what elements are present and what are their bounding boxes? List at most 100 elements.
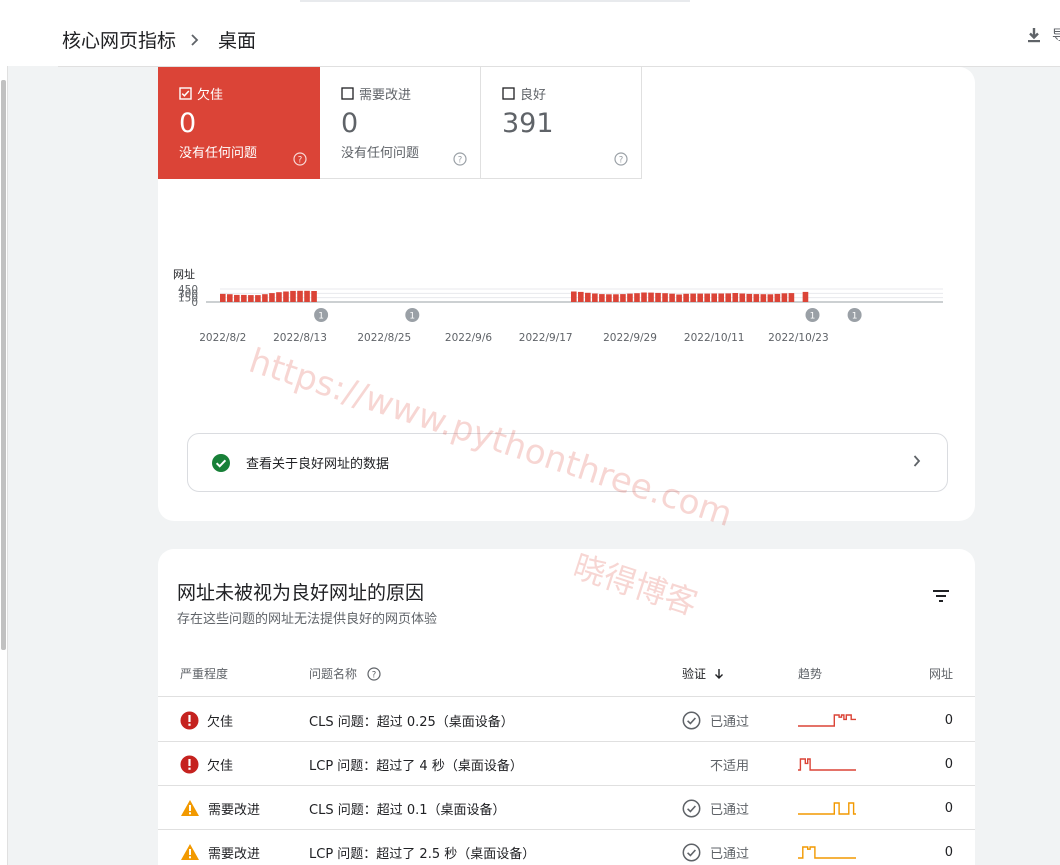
col-severity[interactable]: 严重程度 xyxy=(180,665,228,682)
bar xyxy=(669,293,675,302)
warning-icon xyxy=(180,843,200,861)
tile-needs-improvement[interactable]: 需要改进 0 没有任何问题 ? xyxy=(320,67,481,179)
tile-poor[interactable]: 欠佳 0 没有任何问题 ? xyxy=(158,67,320,179)
severity-label: 欠佳 xyxy=(207,758,234,774)
bar xyxy=(606,294,612,302)
col-urls[interactable]: 网址 xyxy=(929,665,953,682)
col-name[interactable]: 问题名称 ? xyxy=(309,665,381,682)
tile-good[interactable]: 良好 391 ? xyxy=(481,67,642,179)
severity-label: 需要改进 xyxy=(208,846,261,862)
severity-label: 需要改进 xyxy=(208,802,261,818)
bar xyxy=(613,294,619,302)
url-count: 0 xyxy=(944,756,953,772)
sparkline-path xyxy=(798,758,856,771)
bar xyxy=(767,294,774,302)
tile-label: 需要改进 xyxy=(359,88,412,103)
x-tick-label: 2022/9/6 xyxy=(445,332,492,344)
svg-text:?: ? xyxy=(619,155,624,165)
help-icon[interactable]: ? xyxy=(367,666,381,681)
good-urls-link[interactable]: 查看关于良好网址的数据 xyxy=(187,433,948,492)
breadcrumb-parent[interactable]: 核心网页指标 xyxy=(62,26,176,53)
check-circle-outline-icon xyxy=(682,711,701,730)
x-tick-label: 2022/8/13 xyxy=(273,332,327,344)
good-urls-label: 查看关于良好网址的数据 xyxy=(246,457,390,472)
trend-sparkline xyxy=(798,742,856,786)
validation-cell: 已通过 xyxy=(682,830,749,865)
bar xyxy=(655,292,661,302)
bar xyxy=(802,291,809,302)
col-validation-label: 验证 xyxy=(682,667,707,681)
bar xyxy=(255,295,261,302)
tile-label: 良好 xyxy=(520,88,547,103)
bar xyxy=(585,292,591,302)
x-tick-label: 2022/8/25 xyxy=(357,332,411,344)
col-validation[interactable]: 验证 xyxy=(682,665,724,682)
issue-name: CLS 问题：超过 0.25（桌面设备） xyxy=(309,714,514,730)
filter-icon[interactable] xyxy=(932,589,950,603)
breadcrumb-current: 桌面 xyxy=(218,30,257,52)
progress-track xyxy=(300,0,690,2)
error-icon xyxy=(180,711,199,730)
bar xyxy=(753,294,760,302)
issues-title: 网址未被视为良好网址的原因 xyxy=(177,582,425,604)
help-icon[interactable]: ? xyxy=(293,151,307,170)
table-header: 严重程度 问题名称 ? 验证 趋势 网址 xyxy=(158,653,975,697)
help-icon[interactable]: ? xyxy=(453,151,467,170)
annotation-label: 1 xyxy=(318,312,324,322)
table-row[interactable]: 需要改进 CLS 问题：超过 0.1（桌面设备） 已通过 0 xyxy=(158,786,975,830)
tile-value: 0 xyxy=(341,108,359,139)
arrow-down-icon xyxy=(715,668,724,679)
issues-subtitle: 存在这些问题的网址无法提供良好的网页体验 xyxy=(177,612,438,627)
tile-label: 欠佳 xyxy=(197,88,224,103)
bar xyxy=(234,294,240,302)
tile-sub: 没有任何问题 xyxy=(341,146,420,161)
severity-label: 欠佳 xyxy=(207,714,234,730)
trend-sparkline xyxy=(798,698,856,742)
issue-name: LCP 问题：超过了 2.5 秒（桌面设备） xyxy=(309,846,536,862)
y-axis-label: 网址 xyxy=(173,267,195,281)
tile-value: 391 xyxy=(502,108,554,139)
bar xyxy=(290,290,296,302)
bar xyxy=(704,293,710,302)
table-row[interactable]: 欠佳 LCP 问题：超过了 4 秒（桌面设备） 不适用 0 xyxy=(158,742,975,786)
bar xyxy=(690,293,696,302)
scrollbar-thumb[interactable] xyxy=(1,80,6,650)
url-count: 0 xyxy=(944,712,953,728)
bar xyxy=(262,294,268,302)
bar xyxy=(725,293,732,302)
x-tick-label: 2022/9/29 xyxy=(603,332,657,344)
bar xyxy=(297,290,303,302)
x-tick-label: 2022/8/2 xyxy=(199,332,246,344)
checkbox-checked-icon[interactable] xyxy=(179,87,192,100)
status-tiles: 欠佳 0 没有任何问题 ? 需要改进 0 没有任何问题 ? 良好 391 ? xyxy=(158,67,642,179)
bar xyxy=(311,291,317,302)
check-circle-outline-icon xyxy=(682,843,701,862)
chevron-right-icon xyxy=(190,33,200,47)
bar xyxy=(571,291,577,302)
bar xyxy=(634,293,640,302)
bar xyxy=(788,293,795,302)
issue-name: CLS 问题：超过 0.1（桌面设备） xyxy=(309,802,506,818)
bar xyxy=(746,293,753,302)
export-button[interactable]: 导 xyxy=(1026,25,1060,45)
validation-label: 不适用 xyxy=(710,758,750,774)
tile-sub: 没有任何问题 xyxy=(179,146,258,161)
x-tick-label: 2022/9/17 xyxy=(519,332,573,344)
bar xyxy=(641,292,647,302)
bar xyxy=(241,294,247,302)
breadcrumb: 核心网页指标 桌面 xyxy=(62,26,256,53)
trend-sparkline xyxy=(798,786,856,830)
help-icon[interactable]: ? xyxy=(614,151,628,170)
table-row[interactable]: 欠佳 CLS 问题：超过 0.25（桌面设备） 已通过 0 xyxy=(158,698,975,742)
checkbox-icon[interactable] xyxy=(341,87,354,100)
table-row[interactable]: 需要改进 LCP 问题：超过了 2.5 秒（桌面设备） 已通过 0 xyxy=(158,830,975,865)
checkbox-icon[interactable] xyxy=(502,87,515,100)
sparkline-path xyxy=(798,714,856,727)
issue-name: LCP 问题：超过了 4 秒（桌面设备） xyxy=(309,758,523,774)
bar xyxy=(627,293,633,302)
svg-text:?: ? xyxy=(458,155,463,165)
left-scrollbar[interactable] xyxy=(0,66,8,865)
bar xyxy=(739,293,746,302)
validation-label: 已通过 xyxy=(710,714,750,730)
svg-text:?: ? xyxy=(298,155,303,165)
